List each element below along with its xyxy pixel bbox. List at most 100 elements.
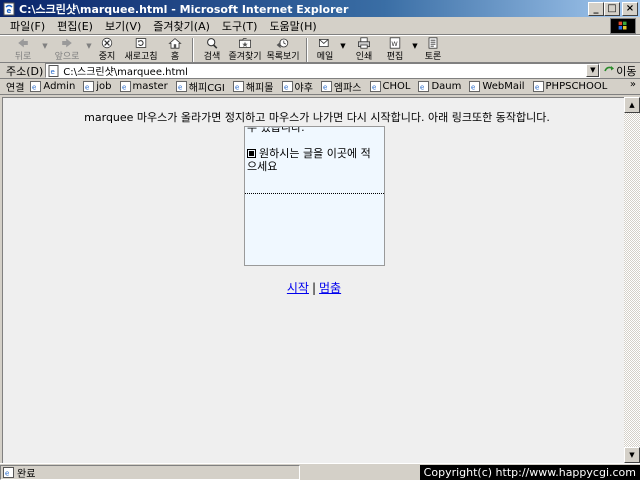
address-label: 주소(D) xyxy=(6,64,44,78)
stop-icon xyxy=(101,37,113,49)
menu-favorites[interactable]: 즐겨찾기(A) xyxy=(147,18,216,34)
svg-text:e: e xyxy=(85,84,89,92)
standard-toolbar: 뒤로 ▼ 앞으로 ▼ 중지 새로고침 홈 검색 즐겨찾기 목록보기 메일 ▼ 인… xyxy=(0,35,640,63)
link-webmail[interactable]: e WebMail xyxy=(469,81,525,92)
marquee-item: 원하시는 글을 이곳에 적 xyxy=(247,147,371,160)
links-more-button[interactable]: » xyxy=(630,79,636,90)
print-button[interactable]: 인쇄 xyxy=(348,36,380,62)
link-daum[interactable]: e Daum xyxy=(418,81,461,92)
svg-text:e: e xyxy=(372,84,376,92)
svg-text:e: e xyxy=(178,84,182,92)
menu-file[interactable]: 파일(F) xyxy=(4,18,51,34)
search-label: 검색 xyxy=(203,52,221,62)
edit-button[interactable]: W 편집 xyxy=(380,36,410,62)
toolbar-separator xyxy=(192,38,194,62)
status-cell: e 완료 xyxy=(0,464,300,480)
address-bar: 주소(D) e C:\스크린샷\marquee.html ▼ 이동 xyxy=(0,63,640,79)
marquee-divider xyxy=(245,193,384,194)
bullet-square-icon xyxy=(247,149,256,158)
window-title: C:\스크린샷\marquee.html - Microsoft Interne… xyxy=(19,2,349,16)
close-button[interactable]: × xyxy=(622,1,638,16)
stop-label: 중지 xyxy=(98,52,116,62)
marquee-item-line1: 원하시는 글을 이곳에 적 xyxy=(259,147,371,160)
maximize-button[interactable]: □ xyxy=(604,1,620,16)
svg-text:e: e xyxy=(535,84,539,92)
link-empas[interactable]: e 엠파스 xyxy=(320,79,362,94)
ie-link-icon: e xyxy=(232,81,244,92)
word-edit-icon: W xyxy=(389,37,401,49)
start-link[interactable]: 시작 xyxy=(287,281,309,295)
ie-link-icon: e xyxy=(119,81,131,92)
stop-link[interactable]: 멈춤 xyxy=(319,281,341,295)
marquee-box[interactable]: 수 있습니다. 원하시는 글을 이곳에 적 으세요 xyxy=(244,126,385,266)
ie-link-icon: e xyxy=(320,81,332,92)
ie-link-icon: e xyxy=(469,81,481,92)
address-dropdown-button[interactable]: ▼ xyxy=(586,64,600,77)
printer-icon xyxy=(358,37,370,49)
go-button[interactable]: 이동 xyxy=(604,63,637,79)
ie-page-icon: e xyxy=(3,466,14,478)
ie-page-icon: e xyxy=(48,64,59,77)
history-button[interactable]: 목록보기 xyxy=(264,36,302,62)
home-icon xyxy=(168,38,182,49)
link-happymall[interactable]: e 해피몰 xyxy=(232,79,274,94)
link-happycgi[interactable]: e 해피CGI xyxy=(175,79,225,94)
discuss-label: 토론 xyxy=(424,52,442,62)
forward-dropdown-icon[interactable]: ▼ xyxy=(84,36,94,50)
address-value: C:\스크린샷\marquee.html xyxy=(63,67,188,78)
favorites-label: 즐겨찾기 xyxy=(228,52,262,62)
windows-logo-icon xyxy=(610,18,636,34)
home-button[interactable]: 홈 xyxy=(162,36,188,62)
ie-link-icon: e xyxy=(418,81,430,92)
back-button[interactable]: 뒤로 xyxy=(6,36,40,62)
menu-view[interactable]: 보기(V) xyxy=(99,18,147,34)
link-yahoo[interactable]: e 야후 xyxy=(281,79,313,94)
marquee-controls: 시작 | 멈춤 xyxy=(3,279,625,296)
stop-button[interactable]: 중지 xyxy=(94,36,120,62)
forward-button[interactable]: 앞으로 xyxy=(50,36,84,62)
svg-text:e: e xyxy=(471,84,475,92)
svg-text:e: e xyxy=(32,84,36,92)
minimize-button[interactable]: _ xyxy=(588,1,604,16)
link-phpschool[interactable]: e PHPSCHOOL xyxy=(532,81,607,92)
edit-dropdown-icon[interactable]: ▼ xyxy=(410,36,420,50)
menu-tools[interactable]: 도구(T) xyxy=(216,18,264,34)
menu-bar: 파일(F) 편집(E) 보기(V) 즐겨찾기(A) 도구(T) 도움말(H) xyxy=(0,17,640,35)
address-input[interactable]: e C:\스크린샷\marquee.html ▼ xyxy=(45,63,601,78)
ie-link-icon: e xyxy=(281,81,293,92)
forward-arrow-icon xyxy=(62,38,72,48)
title-bar: e C:\스크린샷\marquee.html - Microsoft Inter… xyxy=(0,0,640,17)
vertical-scrollbar[interactable]: ▲ ▼ xyxy=(624,97,640,463)
marquee-item-line2: 으세요 xyxy=(247,160,278,173)
back-label: 뒤로 xyxy=(14,52,32,62)
mail-button[interactable]: 메일 xyxy=(312,36,338,62)
link-admin[interactable]: e Admin xyxy=(30,81,75,92)
link-master[interactable]: e master xyxy=(119,81,168,92)
mail-icon xyxy=(319,39,329,47)
ie-link-icon: e xyxy=(30,81,42,92)
discuss-button[interactable]: 토론 xyxy=(420,36,446,62)
home-label: 홈 xyxy=(170,52,180,62)
ie-link-icon: e xyxy=(532,81,544,92)
back-dropdown-icon[interactable]: ▼ xyxy=(40,36,50,50)
scroll-down-button[interactable]: ▼ xyxy=(624,447,640,463)
marquee-partial-line: 수 있습니다. xyxy=(247,126,305,134)
favorites-button[interactable]: 즐겨찾기 xyxy=(226,36,264,62)
link-job[interactable]: e job xyxy=(83,81,112,92)
copyright-banner: Copyright(c) http://www.happycgi.com xyxy=(419,465,640,480)
svg-text:e: e xyxy=(5,469,9,477)
go-arrow-icon xyxy=(604,66,615,72)
discuss-icon xyxy=(428,37,438,49)
menu-edit[interactable]: 편집(E) xyxy=(51,18,99,34)
scroll-up-button[interactable]: ▲ xyxy=(624,97,640,113)
refresh-button[interactable]: 새로고침 xyxy=(120,36,162,62)
search-button[interactable]: 검색 xyxy=(198,36,226,62)
svg-text:e: e xyxy=(51,68,55,76)
mail-dropdown-icon[interactable]: ▼ xyxy=(338,36,348,50)
link-chol[interactable]: e CHOL xyxy=(369,81,410,92)
history-icon xyxy=(276,38,289,49)
history-label: 목록보기 xyxy=(266,52,300,62)
intro-text: marquee 마우스가 올라가면 정지하고 마우스가 나가면 다시 시작합니다… xyxy=(84,111,550,124)
menu-help[interactable]: 도움말(H) xyxy=(263,18,322,34)
svg-text:e: e xyxy=(284,84,288,92)
